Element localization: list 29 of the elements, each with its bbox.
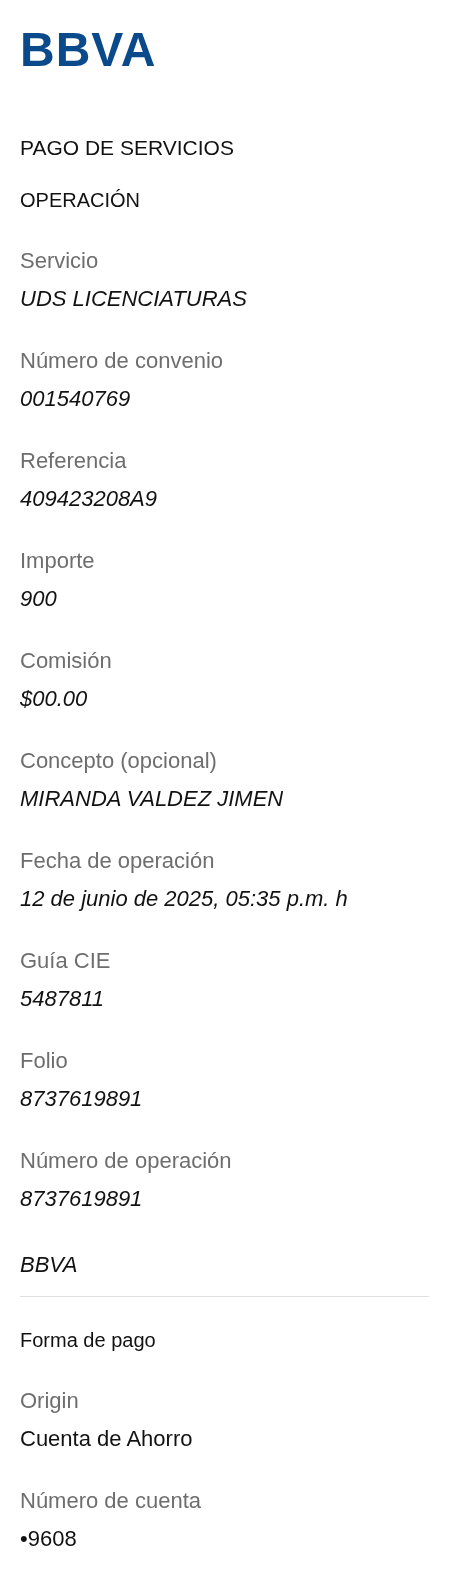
- bank-logo: BBVA: [20, 28, 157, 72]
- field-value: 8737619891: [20, 1085, 143, 1113]
- field-label: Referencia: [20, 447, 127, 475]
- field-label: Folio: [20, 1047, 68, 1075]
- field-value: UDS LICENCIATURAS: [20, 285, 247, 313]
- field-value: 409423208A9: [20, 485, 158, 513]
- field-label: Concepto (opcional): [20, 747, 217, 775]
- field-label: Número de cuenta: [20, 1487, 201, 1515]
- page-title: PAGO DE SERVICIOS: [20, 135, 234, 161]
- field-value: 001540769: [20, 385, 131, 413]
- section-heading: OPERACIÓN: [20, 188, 141, 213]
- field-label: Número de convenio: [20, 347, 223, 375]
- field-label: Guía CIE: [20, 947, 111, 975]
- bank-name: BBVA: [20, 1251, 78, 1279]
- field-label: Origin: [20, 1387, 79, 1415]
- field-value: 900: [20, 585, 57, 613]
- field-value: 8737619891: [20, 1185, 143, 1213]
- field-value: 5487811: [20, 985, 104, 1013]
- field-label: Servicio: [20, 247, 99, 275]
- field-label: Fecha de operación: [20, 847, 215, 875]
- field-value: Cuenta de Ahorro: [20, 1425, 193, 1453]
- field-value: •9608: [20, 1525, 77, 1553]
- field-value: 12 de junio de 2025, 05:35 p.m. h: [20, 885, 348, 913]
- field-value: MIRANDA VALDEZ JIMEN: [20, 785, 284, 813]
- field-label: Comisión: [20, 647, 112, 675]
- field-label: Importe: [20, 547, 95, 575]
- field-label: Número de operación: [20, 1147, 232, 1175]
- field-value: $00.00: [20, 685, 88, 713]
- section-heading: Forma de pago: [20, 1328, 156, 1353]
